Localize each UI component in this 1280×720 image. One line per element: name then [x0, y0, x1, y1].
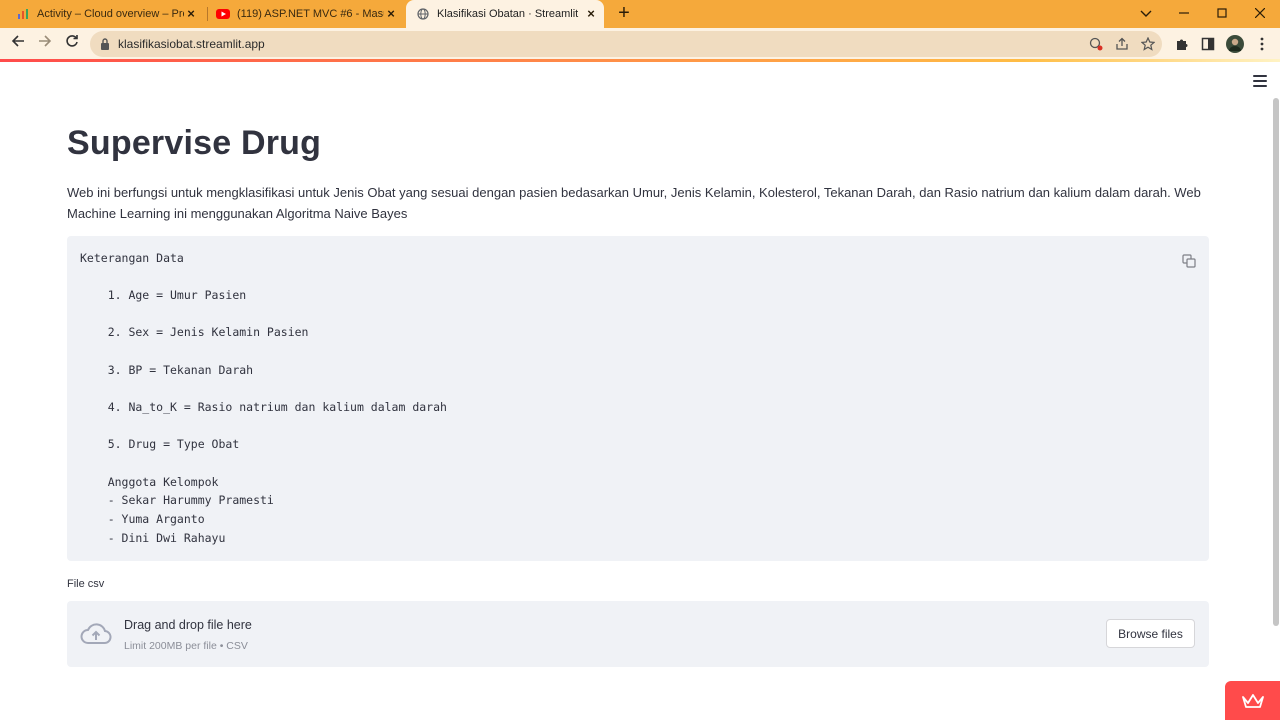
globe-icon	[416, 7, 430, 21]
code-line: 2. Sex = Jenis Kelamin Pasien	[80, 325, 309, 339]
code-line: - Yuma Arganto	[80, 512, 205, 526]
streamlit-crown-icon	[1242, 694, 1264, 708]
dropzone-instructions: Drag and drop file here	[124, 618, 252, 632]
profile-avatar[interactable]	[1225, 34, 1245, 54]
minimize-icon[interactable]	[1174, 4, 1194, 24]
code-line: Anggota Kelompok	[80, 475, 219, 489]
code-line: 5. Drug = Type Obat	[80, 437, 240, 451]
share-icon[interactable]	[1114, 36, 1130, 52]
browser-tab-bar: Activity – Cloud overview – Proje × (119…	[0, 0, 1280, 28]
code-line: - Sekar Harummy Pramesti	[80, 493, 274, 507]
lock-icon	[101, 38, 109, 50]
close-icon[interactable]: ×	[184, 7, 198, 21]
code-line: 4. Na_to_K = Rasio natrium dan kalium da…	[80, 400, 447, 414]
extensions-puzzle-icon[interactable]	[1172, 34, 1192, 54]
page-title: Supervise Drug	[67, 124, 322, 162]
browser-toolbar: klasifikasiobat.streamlit.app	[0, 28, 1280, 60]
close-icon[interactable]: ×	[384, 7, 398, 21]
code-line: 3. BP = Tekanan Darah	[80, 363, 254, 377]
streamlit-app: Supervise Drug Web ini berfungsi untuk m…	[0, 62, 1280, 720]
close-icon[interactable]: ×	[584, 7, 598, 21]
new-tab-button[interactable]: +	[614, 3, 634, 24]
copy-icon[interactable]	[1181, 253, 1197, 269]
hamburger-menu-icon[interactable]	[1253, 75, 1267, 87]
code-line: 1. Age = Umur Pasien	[80, 288, 247, 302]
url-text: klasifikasiobat.streamlit.app	[118, 37, 265, 51]
browse-files-button[interactable]: Browse files	[1106, 619, 1195, 648]
tab-title: (119) ASP.NET MVC #6 - Masuk d	[237, 8, 384, 20]
file-uploader-label: File csv	[67, 578, 105, 590]
cookie-blocked-icon[interactable]	[1088, 36, 1104, 52]
browser-tab-streamlit[interactable]: Klasifikasi Obatan · Streamlit ×	[406, 0, 604, 28]
file-dropzone[interactable]: Drag and drop file here Limit 200MB per …	[67, 601, 1209, 667]
forward-arrow-icon[interactable]	[35, 34, 55, 54]
dropzone-limit-text: Limit 200MB per file • CSV	[124, 640, 248, 652]
code-block: Keterangan Data 1. Age = Umur Pasien 2. …	[67, 236, 1209, 561]
browser-tab-youtube[interactable]: (119) ASP.NET MVC #6 - Masuk d ×	[208, 0, 404, 28]
page-description: Web ini berfungsi untuk mengklasifikasi …	[67, 185, 1201, 221]
tab-search-chevron-icon[interactable]	[1136, 4, 1156, 24]
maximize-icon[interactable]	[1212, 4, 1232, 24]
back-arrow-icon[interactable]	[8, 34, 28, 54]
youtube-icon	[216, 7, 230, 21]
cloud-console-icon	[16, 7, 30, 21]
tab-title: Activity – Cloud overview – Proje	[37, 8, 184, 20]
window-close-icon[interactable]	[1250, 4, 1270, 24]
browser-menu-icon[interactable]	[1252, 34, 1272, 54]
bookmark-star-icon[interactable]	[1140, 36, 1156, 52]
scrollbar[interactable]	[1273, 98, 1279, 626]
code-content: Keterangan Data 1. Age = Umur Pasien 2. …	[80, 251, 447, 545]
address-bar[interactable]: klasifikasiobat.streamlit.app	[90, 31, 1162, 57]
side-panel-icon[interactable]	[1198, 34, 1218, 54]
code-line: - Dini Dwi Rahayu	[80, 531, 226, 545]
reload-icon[interactable]	[62, 34, 82, 54]
cloud-upload-icon	[80, 623, 112, 644]
streamlit-badge[interactable]	[1225, 681, 1280, 720]
browser-tab-cloud[interactable]: Activity – Cloud overview – Proje ×	[8, 0, 204, 28]
tab-title: Klasifikasi Obatan · Streamlit	[437, 8, 579, 20]
code-line: Keterangan Data	[80, 251, 184, 265]
